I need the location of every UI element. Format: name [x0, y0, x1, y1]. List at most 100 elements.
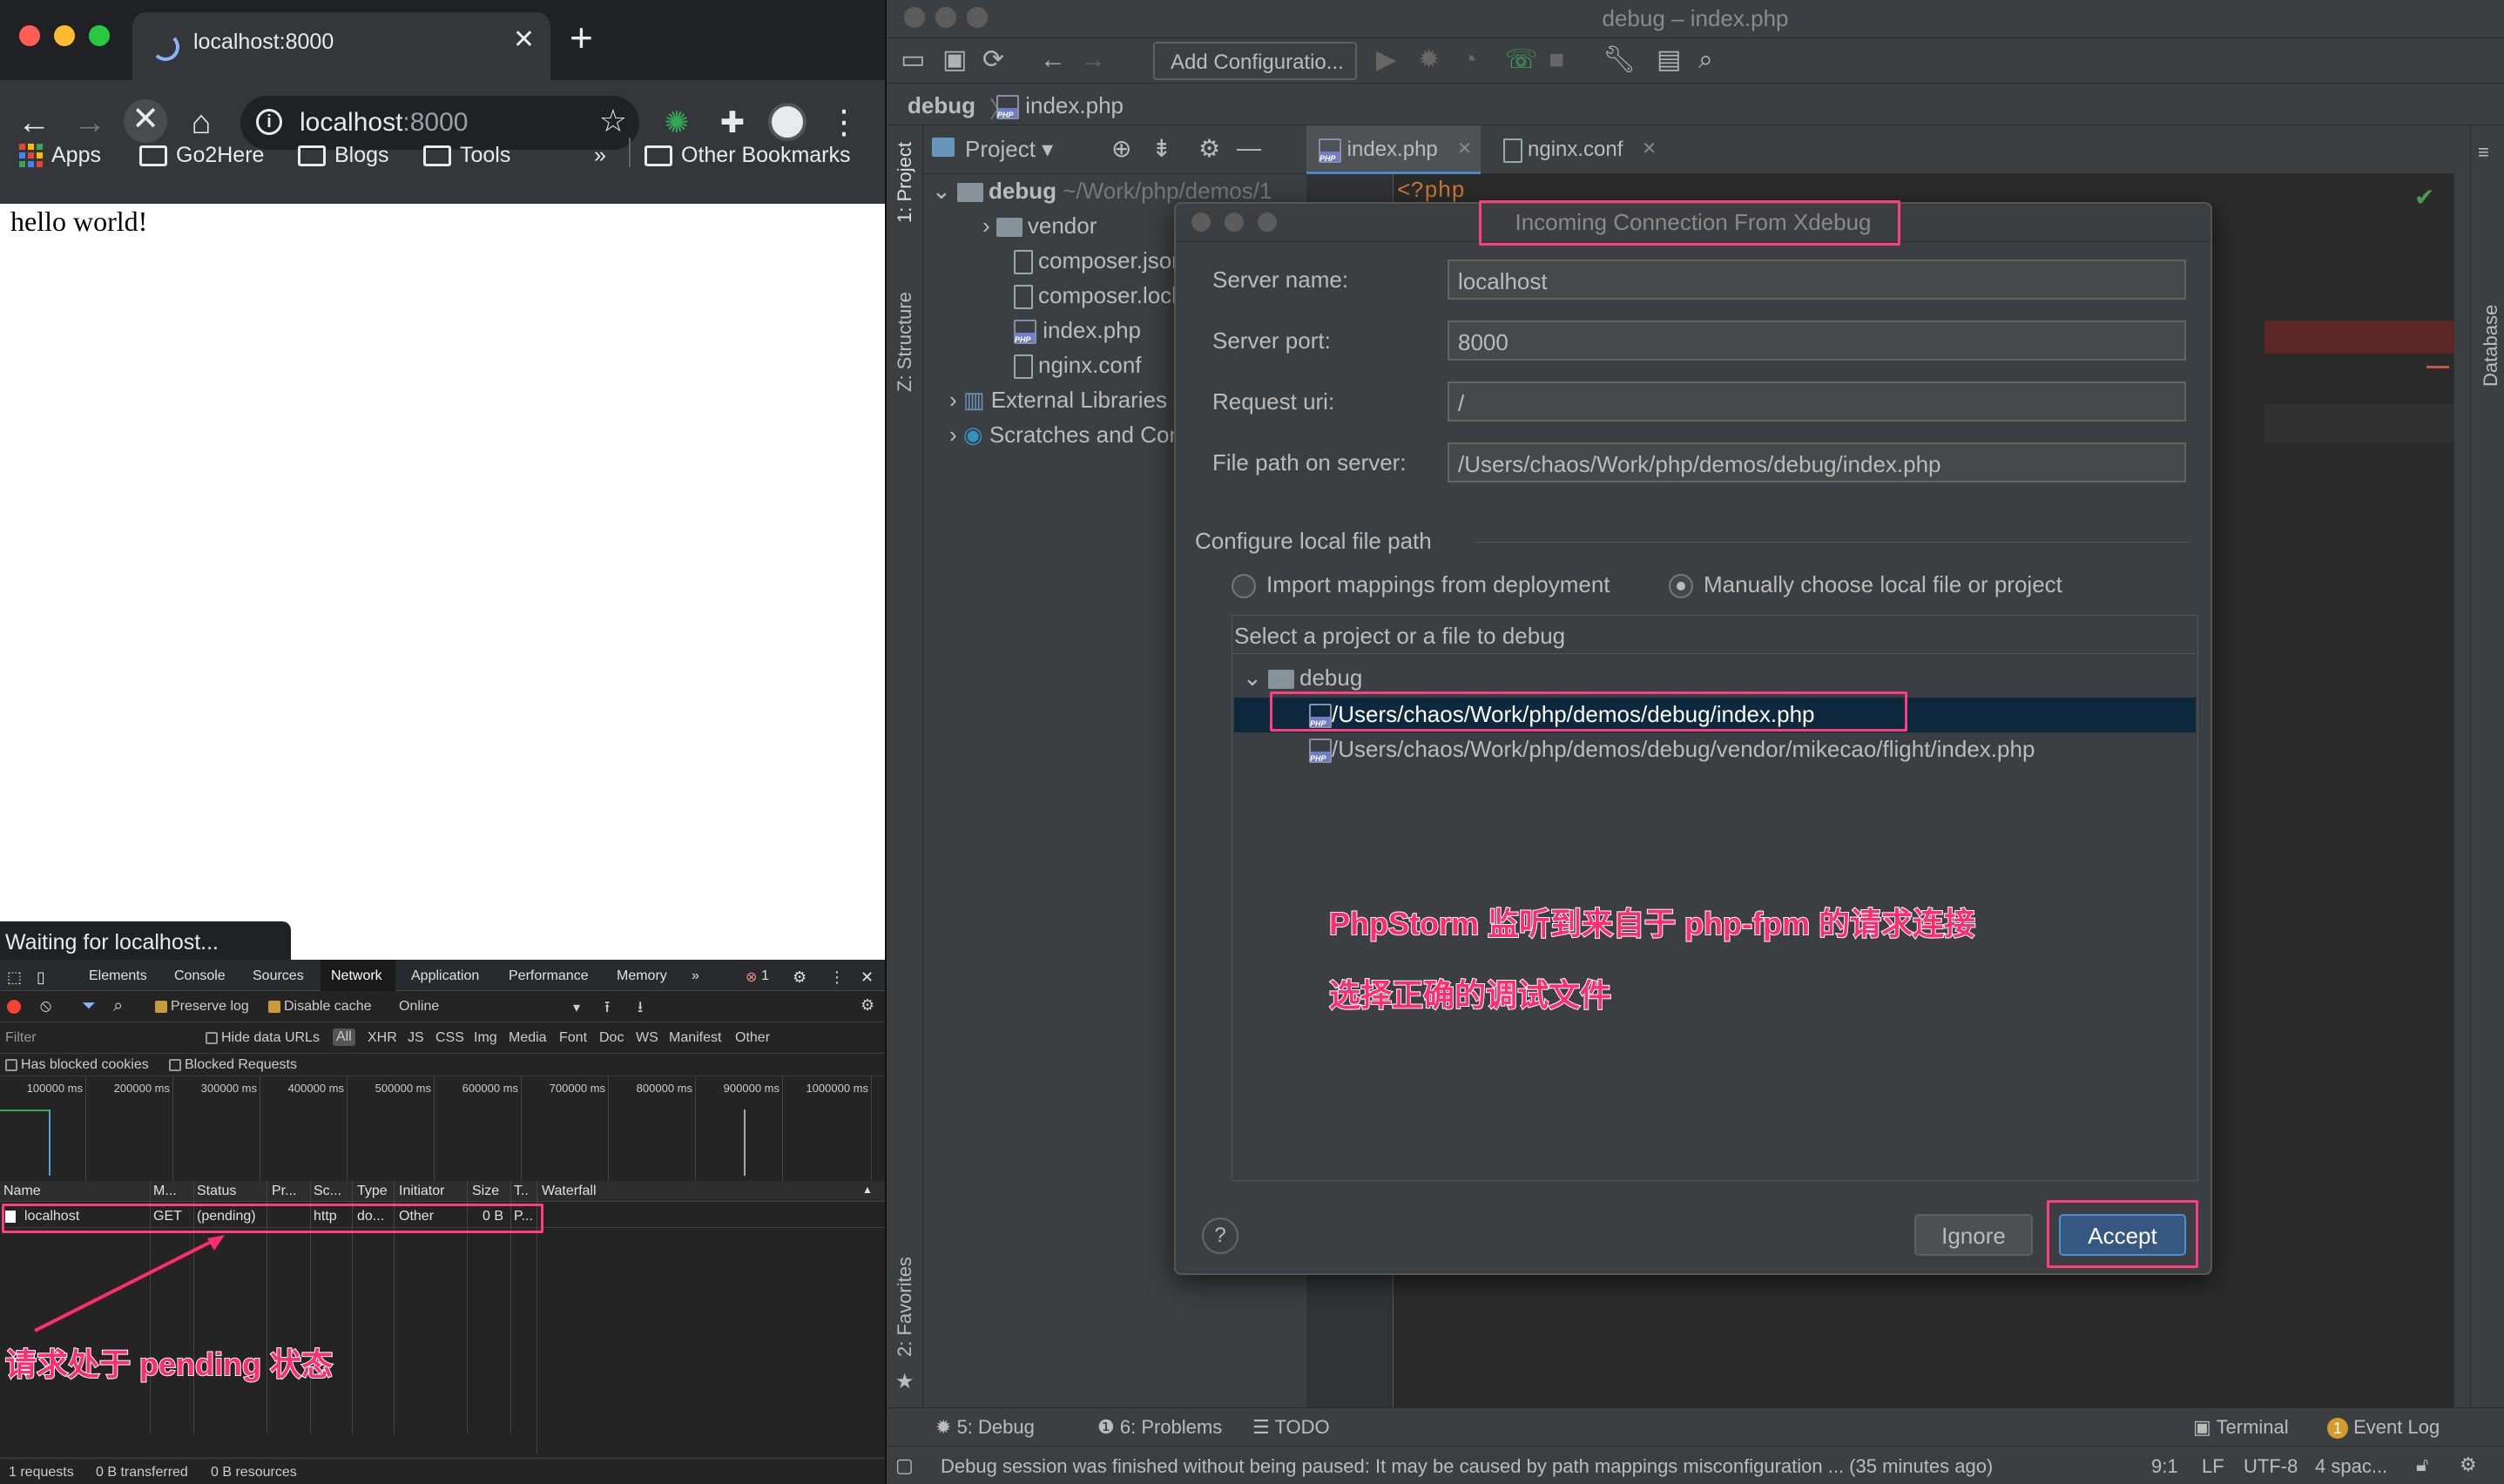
back-icon[interactable]: ←: [12, 103, 56, 143]
chooser-file-index[interactable]: /Users/chaos/Work/php/demos/debug/index.…: [1309, 701, 1815, 729]
indent-setting[interactable]: 4 spac...: [2315, 1455, 2387, 1478]
tool-problems[interactable]: ❶ 6: Problems: [1097, 1416, 1222, 1439]
inspector-icon[interactable]: ⚙: [2460, 1454, 2477, 1476]
ignore-button[interactable]: Ignore: [1914, 1214, 2033, 1256]
server-name-field[interactable]: localhost: [1448, 260, 2186, 300]
stop-icon[interactable]: ■: [1549, 45, 1564, 75]
forward-icon[interactable]: →: [68, 103, 111, 143]
type-doc-filter[interactable]: Doc: [599, 1030, 624, 1046]
tree-item-vendor[interactable]: › vendor: [982, 212, 1097, 239]
tool-project[interactable]: 1: Project: [894, 142, 916, 223]
tree-item-composer-lock[interactable]: composer.lock: [1014, 282, 1183, 310]
stop-loading-icon[interactable]: ✕: [124, 99, 167, 143]
browser-tab[interactable]: localhost:8000 ✕: [132, 12, 550, 82]
bookmark-go2here[interactable]: Go2Here: [139, 143, 264, 168]
tab-application[interactable]: Application: [411, 968, 479, 984]
line-separator[interactable]: LF: [2202, 1455, 2224, 1478]
locate-target-icon[interactable]: ⊕: [1111, 134, 1131, 163]
type-font-filter[interactable]: Font: [559, 1030, 587, 1046]
blocked-requests-checkbox[interactable]: Blocked Requests: [169, 1057, 297, 1073]
column-initiator[interactable]: Initiator: [399, 1184, 444, 1199]
column-method[interactable]: M...: [153, 1184, 177, 1199]
back-arrow-icon[interactable]: ←: [1040, 45, 1066, 75]
filter-input[interactable]: Filter: [5, 1030, 37, 1046]
listen-debug-icon[interactable]: ☏: [1505, 45, 1538, 75]
tree-external-libraries[interactable]: › ▥ External Libraries: [949, 387, 1167, 414]
menu-kebab-icon[interactable]: ⋮: [822, 103, 866, 143]
search-icon[interactable]: ⌕: [113, 996, 123, 1016]
tool-todo[interactable]: ☰ TODO: [1252, 1416, 1330, 1439]
close-window-button[interactable]: [19, 25, 40, 46]
column-scheme[interactable]: Sc...: [314, 1184, 341, 1199]
address-bar[interactable]: i localhost:8000 ☆: [240, 96, 639, 150]
type-img-filter[interactable]: Img: [474, 1030, 497, 1046]
type-js-filter[interactable]: JS: [408, 1030, 424, 1046]
has-blocked-cookies-checkbox[interactable]: Has blocked cookies: [5, 1057, 149, 1073]
home-icon[interactable]: ⌂: [179, 103, 223, 143]
chooser-tree-root[interactable]: ⌄ debug: [1243, 664, 1362, 691]
bookmarks-overflow[interactable]: »: [594, 143, 606, 168]
close-devtools-icon[interactable]: ✕: [861, 968, 874, 987]
bookmark-star-icon[interactable]: ☆: [599, 103, 627, 139]
info-icon[interactable]: i: [256, 109, 282, 135]
tool-structure[interactable]: Z: Structure: [894, 292, 916, 392]
coverage-icon[interactable]: ◔: [1461, 45, 1477, 75]
column-type[interactable]: Type: [357, 1184, 388, 1199]
file-path-field[interactable]: /Users/chaos/Work/php/demos/debug/index.…: [1448, 442, 2186, 482]
manual-choose-radio[interactable]: Manually choose local file or project: [1669, 571, 2062, 599]
filter-funnel-icon[interactable]: ⏷: [82, 996, 96, 1016]
clear-icon[interactable]: ⦸: [40, 996, 51, 1016]
bookmark-other[interactable]: Other Bookmarks: [645, 143, 851, 168]
breadcrumb-file[interactable]: index.php: [996, 92, 1124, 120]
column-waterfall[interactable]: Waterfall: [542, 1184, 597, 1199]
tab-network[interactable]: Network: [331, 968, 382, 984]
export-har-icon[interactable]: ⭳: [638, 996, 643, 1022]
open-folder-icon[interactable]: ▭: [901, 45, 925, 75]
minimize-window-button[interactable]: [54, 25, 75, 46]
disable-cache-checkbox[interactable]: Disable cache: [268, 999, 372, 1015]
run-icon[interactable]: ▶: [1376, 45, 1396, 75]
collapse-all-icon[interactable]: ⇟: [1151, 134, 1171, 163]
extensions-puzzle-icon[interactable]: ✚: [711, 103, 754, 143]
tool-terminal[interactable]: ▣ Terminal: [2193, 1416, 2289, 1439]
type-all-filter[interactable]: All: [333, 1029, 355, 1046]
more-tabs-chevron-icon[interactable]: »: [692, 968, 699, 984]
toggle-tool-windows-icon[interactable]: ▢: [895, 1454, 914, 1477]
column-status[interactable]: Status: [197, 1184, 236, 1199]
help-button[interactable]: ?: [1202, 1218, 1239, 1254]
debug-bug-icon[interactable]: ✹: [1418, 45, 1440, 75]
network-settings-icon[interactable]: ⚙: [861, 996, 874, 1015]
tool-favorites[interactable]: 2: Favorites: [894, 1257, 916, 1357]
error-icon[interactable]: ⊗: [746, 968, 757, 986]
throttling-select[interactable]: Online ▾: [399, 999, 580, 1015]
search-everywhere-icon[interactable]: ⌕: [1698, 45, 1713, 75]
column-time[interactable]: T..: [514, 1184, 529, 1199]
tree-item-nginx-conf[interactable]: nginx.conf: [1014, 352, 1142, 380]
type-media-filter[interactable]: Media: [509, 1030, 547, 1046]
tab-elements[interactable]: Elements: [89, 968, 147, 984]
device-toolbar-icon[interactable]: ▯: [37, 968, 45, 987]
table-row[interactable]: localhost GET (pending) http do... Other…: [0, 1205, 887, 1228]
bookmark-apps[interactable]: Apps: [19, 143, 101, 168]
request-uri-field[interactable]: /: [1448, 381, 2186, 422]
close-tab-icon[interactable]: ✕: [513, 24, 535, 55]
tool-debug[interactable]: ✹ 5: Debug: [935, 1416, 1035, 1439]
tool-database[interactable]: Database: [2480, 305, 2502, 387]
settings-wrench-icon[interactable]: 🔧︎: [1603, 45, 1636, 75]
extension-bug-icon[interactable]: ✺: [655, 103, 699, 143]
type-other-filter[interactable]: Other: [735, 1030, 770, 1046]
import-mappings-radio[interactable]: Import mappings from deployment: [1232, 571, 1610, 599]
bookmark-blogs[interactable]: Blogs: [298, 143, 389, 168]
kebab-menu-icon[interactable]: ⋮: [829, 968, 845, 987]
tree-item-composer-json[interactable]: composer.json: [1014, 247, 1185, 275]
tool-event-log[interactable]: 1 Event Log: [2327, 1416, 2440, 1439]
file-encoding[interactable]: UTF-8: [2244, 1455, 2298, 1478]
caret-position[interactable]: 9:1: [2151, 1455, 2178, 1478]
tab-memory[interactable]: Memory: [617, 968, 667, 984]
zoom-window-button[interactable]: [89, 25, 110, 46]
column-name[interactable]: Name: [3, 1184, 41, 1199]
tab-nginx-conf[interactable]: nginx.conf ✕: [1491, 125, 1665, 174]
hide-panel-icon[interactable]: —: [1237, 134, 1261, 162]
column-protocol[interactable]: Pr...: [272, 1184, 296, 1199]
type-ws-filter[interactable]: WS: [636, 1030, 658, 1046]
